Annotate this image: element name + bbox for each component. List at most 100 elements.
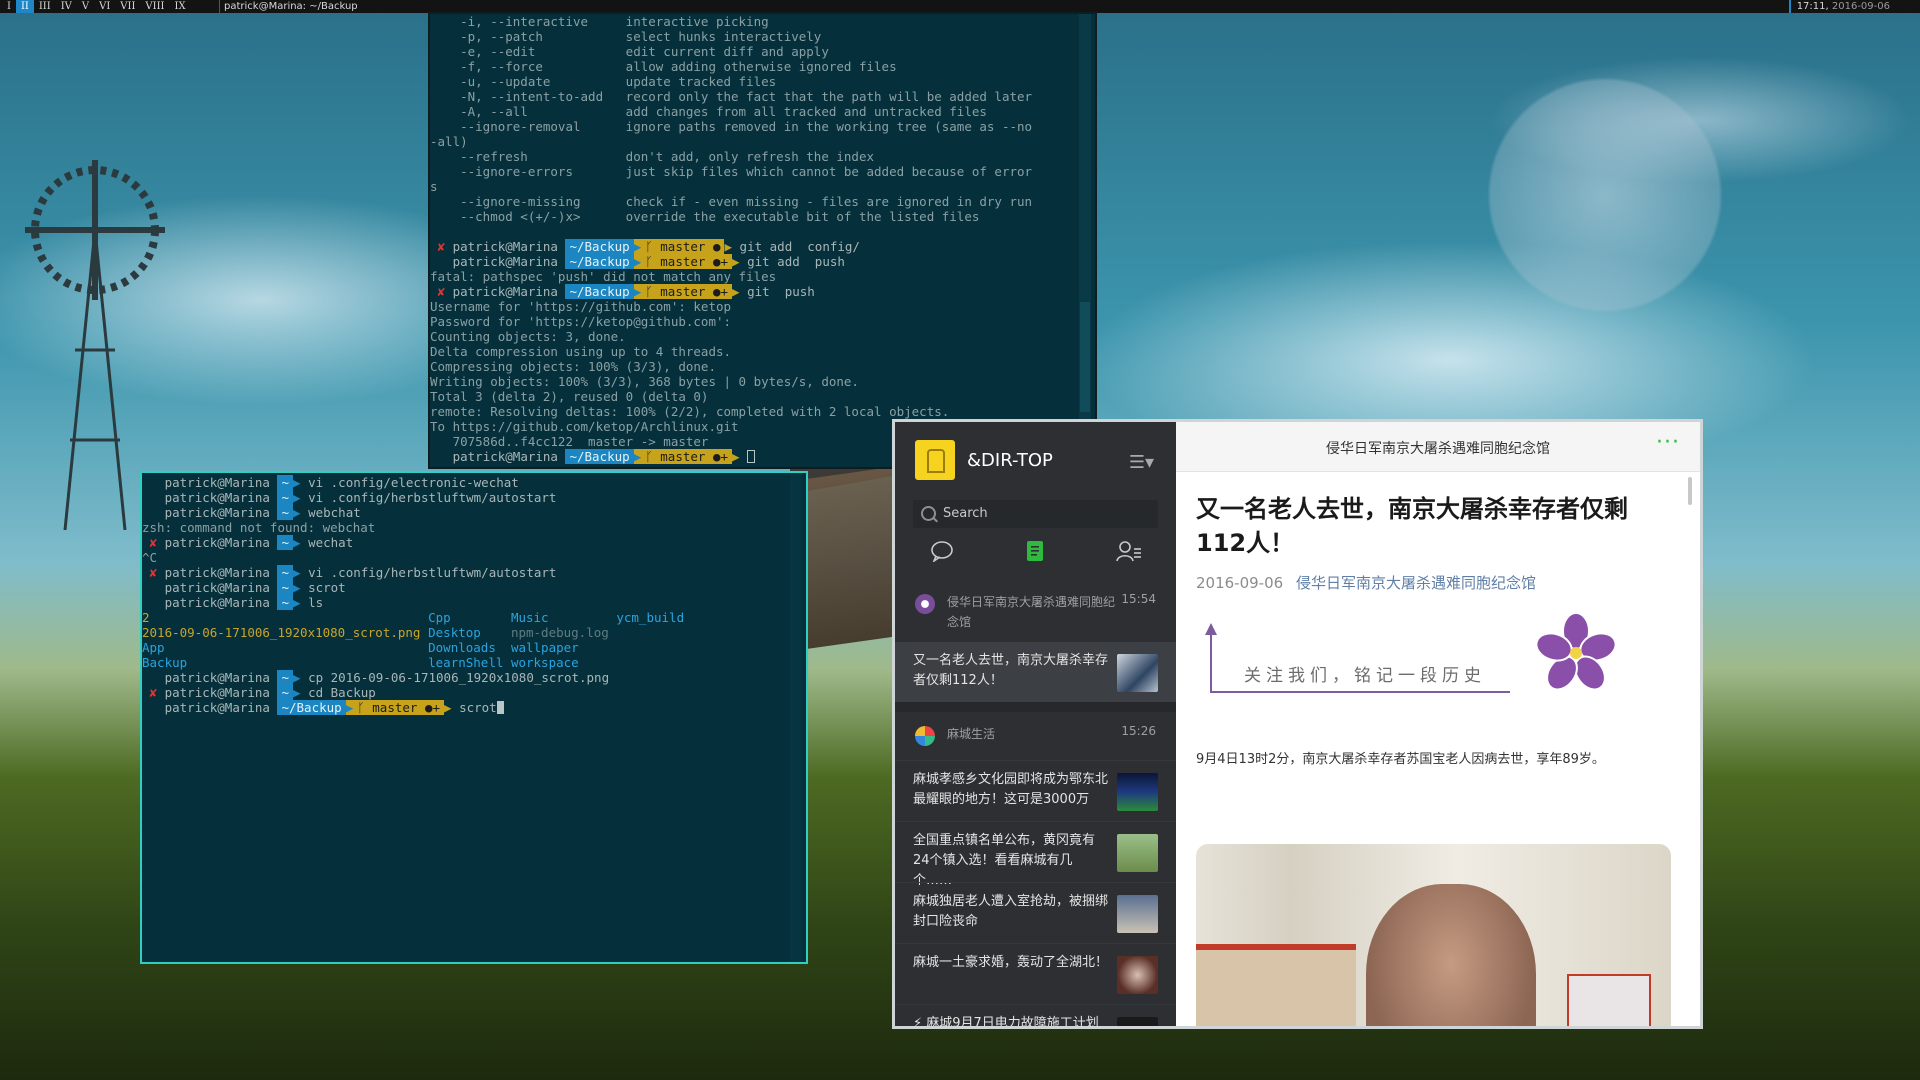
- prompt-user: patrick@Marina: [164, 535, 270, 550]
- git-branch-name: master ●+: [660, 449, 728, 464]
- workspace-tag[interactable]: VI: [94, 0, 115, 13]
- article-title: 麻城一土豪求婚，轰动了全湖北！: [913, 955, 1109, 970]
- help-text: -f, --force allow adding otherwise ignor…: [430, 59, 897, 74]
- workspace-tag[interactable]: I: [2, 0, 16, 13]
- error-output: fatal: pathspec 'push' did not match any…: [430, 269, 777, 284]
- account-avatar: [915, 594, 935, 614]
- search-input[interactable]: Search: [913, 500, 1158, 528]
- prompt-user: patrick@Marina: [164, 475, 270, 490]
- more-icon[interactable]: ···: [1656, 430, 1680, 455]
- article-source-link[interactable]: 侵华日军南京大屠杀遇难同胞纪念馆: [1296, 574, 1536, 592]
- error-mark: ✘: [149, 565, 165, 580]
- workspace-tag[interactable]: III: [34, 0, 56, 13]
- list-item[interactable]: 又一名老人去世，南京大屠杀幸存者仅剩112人！: [895, 642, 1176, 702]
- git-branch-name: master ●: [660, 239, 721, 254]
- ctrl-c-output: ^C: [142, 550, 158, 565]
- prompt-separator: ▶: [293, 505, 301, 520]
- terminal-line: Compressing objects: 100% (3/3), done.: [430, 359, 1095, 374]
- photo-portrait: [1366, 884, 1536, 1026]
- scrollbar-thumb[interactable]: [1080, 302, 1090, 412]
- ls-entry: workspace: [510, 655, 579, 670]
- prompt-user: patrick@Marina: [164, 700, 270, 715]
- banner-baseline: [1210, 691, 1510, 693]
- prompt-separator: ▶: [732, 254, 740, 269]
- terminal-window-git[interactable]: -i, --interactive interactive picking -p…: [428, 12, 1097, 469]
- help-text: -e, --edit edit current diff and apply: [430, 44, 829, 59]
- account-time: 15:54: [1121, 592, 1156, 606]
- clock: 17:11, 2016-09-06: [1788, 0, 1890, 13]
- prompt-directory: ~: [277, 535, 294, 550]
- terminal-line: --ignore-removal ignore paths removed in…: [430, 119, 1095, 134]
- avatar[interactable]: [915, 440, 955, 480]
- prompt-git-branch: ᚴ master ●: [641, 239, 725, 254]
- terminal-line: Backup learnShell workspace: [142, 655, 806, 670]
- workspace-tag[interactable]: V: [77, 0, 94, 13]
- workspace-tag[interactable]: IV: [56, 0, 77, 13]
- article-photo: [1196, 844, 1671, 1026]
- terminal-line: Password for 'https://ketop@github.com':: [430, 314, 1095, 329]
- prompt-separator: ▶: [732, 449, 740, 464]
- help-text: --ignore-missing check if - even missing…: [430, 194, 1033, 209]
- terminal-line: patrick@Marina ~ ▶ webchat: [142, 505, 806, 520]
- prompt-directory: ~/Backup: [277, 700, 346, 715]
- workspace-tags: I II III IV V VI VII VIII IX: [2, 0, 191, 13]
- workspace-tag[interactable]: II: [15, 0, 34, 13]
- workspace-tag[interactable]: IX: [170, 0, 191, 13]
- prompt-directory: ~: [277, 595, 294, 610]
- ls-entry: Music: [510, 610, 549, 625]
- header-title: 侵华日军南京大屠杀遇难同胞纪念馆: [1326, 441, 1550, 457]
- terminal-scrollbar[interactable]: [1079, 14, 1091, 467]
- command-output: Password for 'https://ketop@github.com':: [430, 314, 732, 329]
- prompt-directory: ~/Backup: [565, 239, 634, 254]
- ls-entry: Desktop: [428, 625, 481, 640]
- article-thumbnail: [1117, 895, 1158, 933]
- prompt-command: vi .config/herbstluftwm/autostart: [308, 490, 557, 505]
- command-output: Counting objects: 3, done.: [430, 329, 626, 344]
- article-title: ⚡ 麻城9月7日电力故障施工计划: [913, 1016, 1099, 1026]
- article-thumbnail: [1117, 956, 1158, 994]
- terminal-line: 2 Cpp Music ycm_build: [142, 610, 806, 625]
- help-text: --ignore-removal ignore paths removed in…: [430, 119, 1033, 134]
- list-item[interactable]: ⚡ 麻城9月7日电力故障施工计划 停电: [895, 1004, 1176, 1026]
- terminal-line: ✘ patrick@Marina ~/Backup ▶ ᚴ master ● ▶ gi…: [430, 239, 1095, 254]
- prompt-command: scrot: [459, 700, 497, 715]
- terminal-line: zsh: command not found: webchat: [142, 520, 806, 535]
- wechat-header: &DIR-TOP ☰▾: [895, 422, 1176, 507]
- error-mark: [438, 254, 453, 269]
- terminal-line: patrick@Marina ~ ▶ cp 2016-09-06-171006_1…: [142, 670, 806, 685]
- command-output: 707586d..f4cc122 master -> master: [430, 434, 709, 449]
- prompt-command: ls: [308, 595, 324, 610]
- prompt-separator: ▶: [732, 284, 740, 299]
- prompt-command: vi .config/herbstluftwm/autostart: [308, 565, 557, 580]
- terminal-line: Username for 'https://github.com': ketop: [430, 299, 1095, 314]
- ls-entry: 2016-09-06-171006_1920x1080_scrot.png: [142, 625, 421, 640]
- ls-entry: Downloads: [428, 640, 496, 655]
- menu-icon[interactable]: ☰▾: [1129, 452, 1154, 473]
- article-scrollbar[interactable]: [1688, 477, 1692, 505]
- prompt-command: git push: [747, 284, 815, 299]
- ls-entry: Cpp: [428, 610, 451, 625]
- error-mark: [150, 670, 165, 685]
- list-item[interactable]: 麻城一土豪求婚，轰动了全湖北！: [895, 943, 1176, 1004]
- help-text: -A, --all add changes from all tracked a…: [430, 104, 987, 119]
- terminal-line: ✘ patrick@Marina ~ ▶ cd Backup: [142, 685, 806, 700]
- ls-entry: npm-debug.log: [510, 625, 609, 640]
- list-item[interactable]: 全国重点镇名单公布，黄冈竟有24个镇入选！看看麻城有几个……: [895, 821, 1176, 888]
- contacts-book-icon[interactable]: [1015, 540, 1055, 574]
- workspace-tag[interactable]: VIII: [140, 0, 169, 13]
- prompt-command: git add push: [747, 254, 845, 269]
- terminal-window-focused[interactable]: patrick@Marina ~ ▶ vi .config/electronic-…: [140, 471, 808, 964]
- chat-icon[interactable]: [922, 540, 962, 574]
- list-item[interactable]: 麻城孝感乡文化园即将成为鄂东北最耀眼的地方！这可是3000万: [895, 760, 1176, 821]
- prompt-user: patrick@Marina: [164, 670, 270, 685]
- list-item[interactable]: 麻城独居老人遭入室抢劫，被捆绑封口险丧命: [895, 882, 1176, 943]
- divider: [895, 702, 1176, 712]
- prompt-command: git add config/: [739, 239, 860, 254]
- search-icon: [921, 506, 936, 521]
- account-header[interactable]: 侵华日军南京大屠杀遇难同胞纪念馆 15:54: [895, 580, 1176, 642]
- workspace-tag[interactable]: VII: [115, 0, 140, 13]
- add-contact-icon[interactable]: [1109, 540, 1149, 574]
- terminal-line: -f, --force allow adding otherwise ignor…: [430, 59, 1095, 74]
- account-header[interactable]: 麻城生活 15:26: [895, 712, 1176, 760]
- terminal-scrollbar[interactable]: [790, 473, 802, 962]
